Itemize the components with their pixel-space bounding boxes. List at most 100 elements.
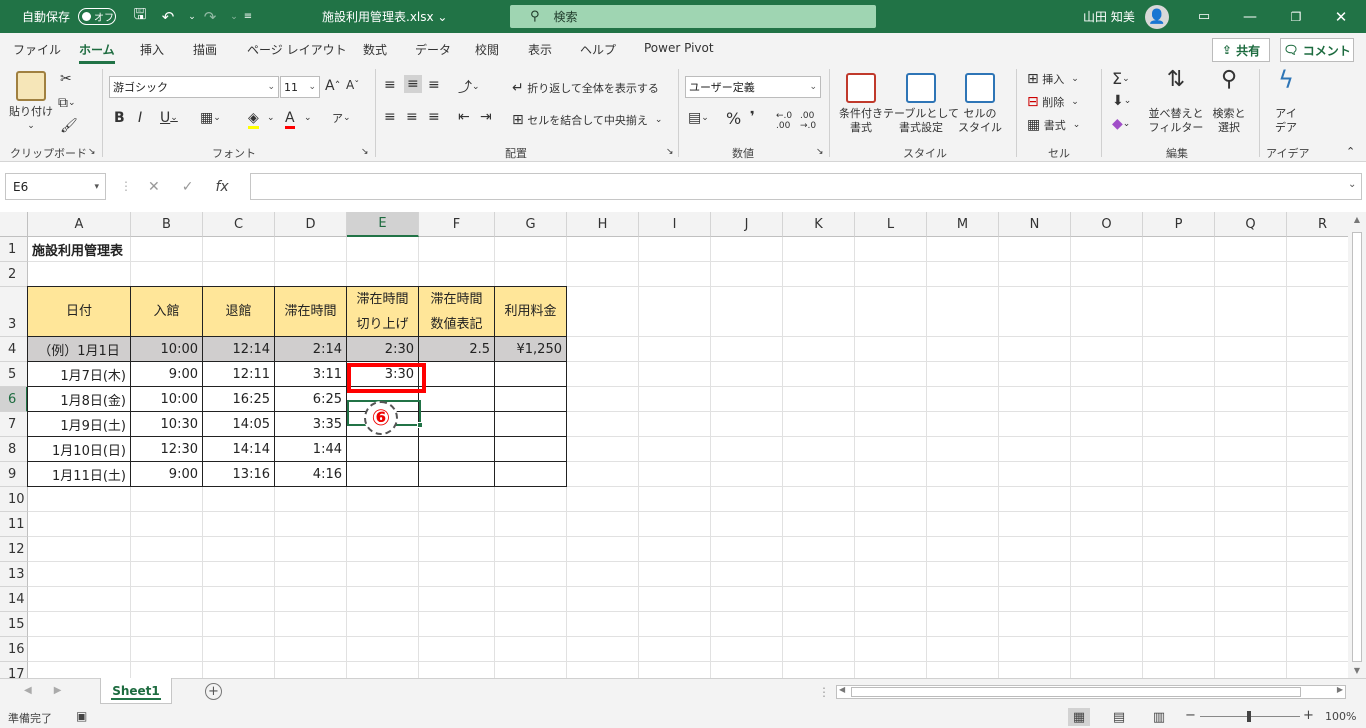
ideas-button[interactable]: ϟ アイ デア: [1266, 68, 1306, 135]
zoom-level[interactable]: 100%: [1325, 710, 1356, 723]
worksheet-grid[interactable]: ABCDEFGHIJKLMNOPQR 1 2 3 4 5 6 7 8 9 10 11 12 13 14 15…: [0, 212, 1348, 678]
italic-icon[interactable]: I: [138, 110, 142, 126]
example-row-cell[interactable]: （例）1月1日: [28, 337, 131, 362]
fill-handle[interactable]: [417, 422, 423, 428]
row-header-9[interactable]: 9: [0, 462, 28, 487]
font-color-icon[interactable]: A: [285, 110, 295, 129]
table-header-cell[interactable]: 滞在時間: [275, 287, 347, 337]
align-top-icon[interactable]: ≡: [384, 77, 396, 93]
undo-icon[interactable]: ↶: [156, 0, 180, 33]
row-header-3[interactable]: 3: [0, 287, 28, 337]
font-color-dropdown-icon[interactable]: ⌄: [304, 113, 312, 123]
row-header-10[interactable]: 10: [0, 487, 28, 512]
table-cell[interactable]: [419, 412, 495, 437]
table-cell[interactable]: [495, 437, 567, 462]
phonetic-icon[interactable]: ア ⌄: [332, 110, 351, 126]
customize-toolbar-icon[interactable]: ≡: [236, 0, 260, 33]
col-header-j[interactable]: J: [711, 212, 783, 237]
zoom-in-icon[interactable]: +: [1303, 708, 1314, 723]
fill-color-dropdown-icon[interactable]: ⌄: [267, 113, 275, 123]
example-row-cell[interactable]: 2.5: [419, 337, 495, 362]
search-box[interactable]: ⚲ 検索: [510, 5, 876, 28]
format-painter-icon[interactable]: 🖌: [60, 118, 78, 134]
increase-indent-icon[interactable]: ⇥: [480, 109, 492, 125]
page-break-view-icon[interactable]: ▥: [1148, 708, 1170, 726]
tab-view[interactable]: 表示: [528, 41, 552, 58]
tab-file[interactable]: ファイル: [13, 41, 61, 58]
tab-formulas[interactable]: 数式: [363, 41, 387, 58]
table-header-cell[interactable]: 滞在時間 数値表記: [419, 287, 495, 337]
table-cell[interactable]: [419, 462, 495, 487]
table-cell[interactable]: 14:14: [203, 437, 275, 462]
avatar[interactable]: 👤: [1145, 5, 1169, 29]
sort-filter-button[interactable]: ⇅ 並べ替えと フィルター: [1146, 69, 1206, 135]
table-cell[interactable]: 9:00: [131, 362, 203, 387]
table-cell[interactable]: 3:11: [275, 362, 347, 387]
table-cell[interactable]: 3:35: [275, 412, 347, 437]
table-cell[interactable]: 10:00: [131, 387, 203, 412]
table-cell[interactable]: [419, 387, 495, 412]
table-header-cell[interactable]: 日付: [28, 287, 131, 337]
table-cell[interactable]: 9:00: [131, 462, 203, 487]
minimize-icon[interactable]: —: [1238, 0, 1262, 33]
row-header-2[interactable]: 2: [0, 262, 28, 287]
wrap-text-button[interactable]: ↵ 折り返して全体を表示する: [512, 80, 659, 96]
row-header-6[interactable]: 6: [0, 387, 28, 412]
clipboard-launcher-icon[interactable]: ↘: [88, 147, 96, 157]
cut-icon[interactable]: ✂: [60, 71, 72, 87]
fill-icon[interactable]: ⬇ ⌄: [1112, 93, 1131, 109]
table-cell[interactable]: [419, 362, 495, 387]
cell-styles-button[interactable]: セルの スタイル: [954, 73, 1006, 135]
tab-review[interactable]: 校閲: [475, 41, 499, 58]
enter-icon[interactable]: ✓: [182, 179, 194, 195]
bold-icon[interactable]: B: [114, 110, 125, 126]
format-as-table-button[interactable]: テーブルとして 書式設定: [883, 73, 959, 135]
font-size-dropdown[interactable]: 11 ⌄: [280, 76, 320, 98]
row-header-12[interactable]: 12: [0, 537, 28, 562]
redo-icon[interactable]: ↷: [198, 0, 222, 33]
normal-view-icon[interactable]: ▦: [1068, 708, 1090, 726]
formula-input[interactable]: [250, 173, 1362, 200]
vertical-scroll-thumb[interactable]: [1352, 232, 1362, 662]
tab-power-pivot[interactable]: Power Pivot: [644, 41, 714, 55]
align-right-icon[interactable]: ≡: [428, 109, 440, 125]
align-left-icon[interactable]: ≡: [384, 109, 396, 125]
orientation-icon[interactable]: ⤴ ⌄: [458, 77, 480, 97]
align-center-icon[interactable]: ≡: [406, 109, 418, 125]
table-cell[interactable]: 12:30: [131, 437, 203, 462]
table-cell[interactable]: 14:05: [203, 412, 275, 437]
zoom-out-icon[interactable]: −: [1185, 708, 1196, 723]
table-cell[interactable]: 6:25: [275, 387, 347, 412]
copy-icon[interactable]: ⧉ ⌄: [58, 95, 76, 111]
col-header-a[interactable]: A: [28, 212, 131, 237]
expand-formula-icon[interactable]: ⌄: [1348, 179, 1356, 190]
percent-icon[interactable]: %: [726, 109, 741, 128]
row-header-16[interactable]: 16: [0, 637, 28, 662]
table-cell[interactable]: 10:30: [131, 412, 203, 437]
col-header-d[interactable]: D: [275, 212, 347, 237]
col-header-n[interactable]: N: [999, 212, 1071, 237]
example-row-cell[interactable]: 2:14: [275, 337, 347, 362]
increase-decimal-icon[interactable]: ←.0.00: [776, 111, 792, 131]
clear-icon[interactable]: ◆ ⌄: [1112, 116, 1130, 132]
align-middle-icon[interactable]: ≡: [404, 75, 422, 93]
insert-cells-button[interactable]: ⊞ 挿入 ⌄: [1027, 71, 1079, 87]
zoom-slider-thumb[interactable]: [1247, 711, 1251, 722]
table-cell[interactable]: [347, 437, 419, 462]
font-launcher-icon[interactable]: ↘: [361, 147, 369, 157]
row-header-11[interactable]: 11: [0, 512, 28, 537]
sheet-title-cell[interactable]: 施設利用管理表: [28, 237, 228, 262]
restore-icon[interactable]: ❐: [1284, 0, 1308, 33]
tab-data[interactable]: データ: [415, 41, 451, 58]
alignment-launcher-icon[interactable]: ↘: [666, 147, 674, 157]
table-header-cell[interactable]: 利用料金: [495, 287, 567, 337]
close-icon[interactable]: ✕: [1329, 0, 1353, 33]
sheet-tab-sheet1[interactable]: Sheet1: [100, 678, 172, 704]
table-cell[interactable]: 4:16: [275, 462, 347, 487]
row-header-14[interactable]: 14: [0, 587, 28, 612]
accounting-format-icon[interactable]: ▤ ⌄: [688, 110, 709, 126]
tab-insert[interactable]: 挿入: [140, 41, 164, 58]
row-header-13[interactable]: 13: [0, 562, 28, 587]
table-cell[interactable]: [419, 437, 495, 462]
font-name-dropdown[interactable]: 游ゴシック ⌄: [109, 76, 279, 98]
